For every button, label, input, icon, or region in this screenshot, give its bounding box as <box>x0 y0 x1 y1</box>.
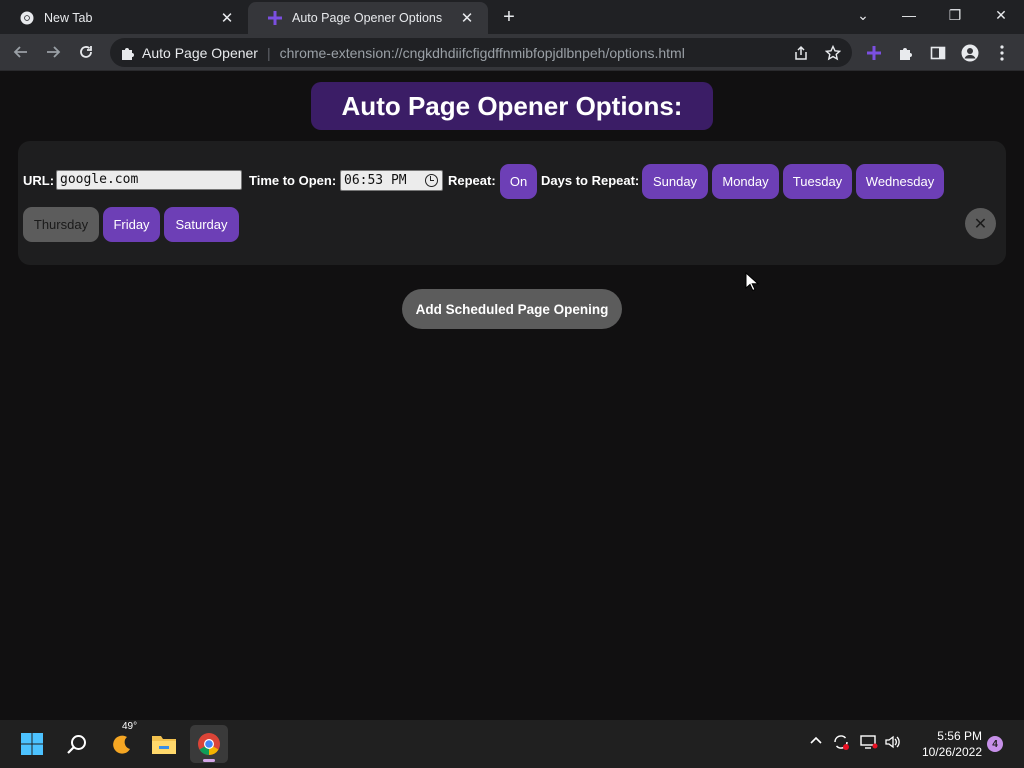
forward-button[interactable] <box>40 39 66 65</box>
day-button-sunday[interactable]: Sunday <box>642 164 708 199</box>
close-window-button[interactable]: ✕ <box>978 0 1024 30</box>
url-input[interactable]: google.com <box>56 170 242 190</box>
tab-strip: New Tab ✕ Auto Page Opener Options ✕ + ⌄… <box>0 0 1024 34</box>
day-button-tuesday[interactable]: Tuesday <box>783 164 852 199</box>
mouse-cursor-icon <box>745 272 759 292</box>
day-button-saturday[interactable]: Saturday <box>164 207 239 242</box>
options-page: Auto Page Opener Options: URL: google.co… <box>0 72 1024 720</box>
tab-new-tab[interactable]: New Tab ✕ <box>0 2 248 34</box>
tab-search-button[interactable]: ⌄ <box>840 0 886 30</box>
page-title: Auto Page Opener Options: <box>311 82 713 130</box>
tab-auto-page-opener-options[interactable]: Auto Page Opener Options ✕ <box>248 2 488 34</box>
search-icon <box>67 735 86 754</box>
time-input[interactable]: 06:53 PM <box>340 170 443 191</box>
share-icon[interactable] <box>792 44 810 62</box>
day-button-friday[interactable]: Friday <box>103 207 160 242</box>
start-button[interactable] <box>13 725 51 763</box>
chrome-icon <box>20 11 34 25</box>
remove-schedule-button[interactable]: ✕ <box>965 208 996 239</box>
profile-icon[interactable] <box>960 43 980 63</box>
restore-button[interactable]: ❐ <box>932 0 978 30</box>
volume-icon[interactable] <box>884 733 902 755</box>
reload-button[interactable] <box>73 39 99 65</box>
new-tab-button[interactable]: + <box>498 6 520 28</box>
chrome-taskbar-button[interactable] <box>190 725 228 763</box>
clock-date: 10/26/2022 <box>921 745 982 759</box>
scheduled-opening-card: URL: google.com Time to Open: 06:53 PM R… <box>18 141 1006 265</box>
omnibox-separator: | <box>266 44 271 61</box>
auto-page-opener-extension-icon[interactable] <box>864 43 884 63</box>
folder-icon <box>152 736 176 754</box>
clock-time: 5:56 PM <box>937 729 982 743</box>
day-button-thursday[interactable]: Thursday <box>23 207 99 242</box>
extension-plus-icon <box>268 11 282 25</box>
browser-toolbar: Auto Page Opener | chrome-extension://cn… <box>0 34 1024 71</box>
show-hidden-icons-chevron-icon[interactable] <box>809 733 823 751</box>
weather-temperature: 49° <box>122 721 138 732</box>
url-label: URL: <box>23 173 55 188</box>
back-button[interactable] <box>8 39 34 65</box>
time-label: Time to Open: <box>249 173 337 188</box>
forward-arrow-icon <box>47 46 61 58</box>
repeat-label: Repeat: <box>448 173 496 188</box>
clock-icon[interactable] <box>425 174 438 187</box>
system-clock[interactable]: 5:56 PM 10/26/2022 <box>912 728 982 760</box>
menu-kebab-icon[interactable] <box>992 43 1012 63</box>
network-icon[interactable] <box>860 733 878 755</box>
minimize-button[interactable]: — <box>886 0 932 30</box>
repeat-toggle-button[interactable]: On <box>500 164 537 199</box>
puzzle-piece-icon <box>120 46 134 60</box>
add-scheduled-page-opening-button[interactable]: Add Scheduled Page Opening <box>402 289 622 329</box>
close-tab-icon[interactable]: ✕ <box>458 9 476 27</box>
tab-title: New Tab <box>44 11 93 25</box>
notification-count-badge[interactable]: 4 <box>987 736 1003 752</box>
file-explorer-button[interactable] <box>145 725 183 763</box>
day-button-monday[interactable]: Monday <box>712 164 779 199</box>
side-panel-icon[interactable] <box>928 43 948 63</box>
day-button-wednesday[interactable]: Wednesday <box>856 164 944 199</box>
tab-title: Auto Page Opener Options <box>292 11 443 25</box>
weather-moon-icon <box>113 735 130 754</box>
windows-taskbar: 49° 5:56 PM 10/26/2022 4 <box>0 720 1024 768</box>
chrome-icon <box>198 733 220 755</box>
days-to-repeat-label: Days to Repeat: <box>541 173 640 188</box>
close-tab-icon[interactable]: ✕ <box>218 9 236 27</box>
back-arrow-icon <box>13 46 27 58</box>
bookmark-star-icon[interactable] <box>824 44 842 62</box>
site-name: Auto Page Opener <box>142 44 258 61</box>
windows-logo-icon <box>21 733 43 755</box>
search-button[interactable] <box>58 725 96 763</box>
url-text: chrome-extension://cngkdhdiifcfigdffnmib… <box>279 44 685 61</box>
time-value: 06:53 PM <box>344 173 407 188</box>
sync-icon[interactable] <box>832 733 850 755</box>
reload-icon <box>80 46 92 58</box>
extensions-icon[interactable] <box>896 43 916 63</box>
address-bar[interactable]: Auto Page Opener | chrome-extension://cn… <box>110 38 852 67</box>
